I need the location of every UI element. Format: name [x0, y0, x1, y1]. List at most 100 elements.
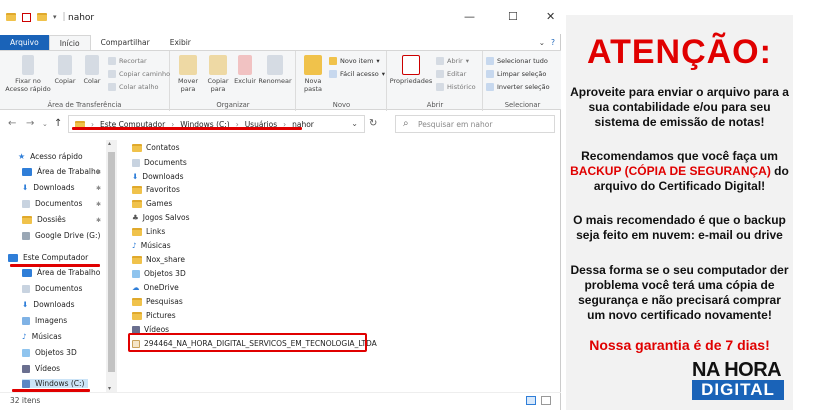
paste-shortcut-icon — [108, 83, 116, 91]
move-to-button[interactable]: Mover para — [173, 55, 203, 93]
up-arrow-icon[interactable]: ↑ — [54, 118, 62, 129]
copy-path-button[interactable]: Copiar caminho — [108, 70, 170, 78]
sidebar-this-pc[interactable]: Este Computador — [8, 253, 88, 262]
invert-selection-button[interactable]: Inverter seleção — [486, 83, 550, 91]
dropdown-arrow-icon[interactable]: ▾ — [53, 13, 57, 21]
organize-group-label: Organizar — [216, 101, 250, 109]
sidebar-pc-windows-c[interactable]: Windows (C:) — [22, 379, 89, 388]
scrollbar-thumb[interactable] — [108, 152, 115, 372]
open-icon — [436, 57, 444, 65]
paste-button[interactable]: Colar — [80, 55, 104, 85]
sidebar-pc-music[interactable]: ♪ Músicas — [22, 332, 62, 341]
address-bar[interactable]: › Este Computador › Windows (C:) › Usuár… — [68, 115, 365, 133]
open-group: Propriedades Abrir ▾ Editar Histórico Abr… — [388, 51, 483, 111]
maximize-button[interactable]: ☐ — [508, 10, 518, 23]
sidebar-pc-downloads[interactable]: ⬇ Downloads — [22, 300, 75, 309]
large-icons-view-icon[interactable] — [541, 396, 551, 405]
list-item[interactable]: ♪ Músicas — [132, 241, 171, 250]
tab-inicio[interactable]: Início — [48, 35, 91, 50]
sidebar-item-google-drive[interactable]: Google Drive (G:) — [22, 231, 100, 240]
recent-locations-icon[interactable]: ⌄ — [42, 120, 48, 128]
new-group-label: Novo — [332, 101, 351, 109]
scroll-up-icon[interactable]: ▴ — [108, 140, 111, 147]
open-button[interactable]: Abrir ▾ — [436, 57, 469, 65]
saved-games-icon: ♣ — [132, 213, 139, 222]
list-item[interactable]: Games — [132, 199, 172, 208]
list-item[interactable]: Pictures — [132, 311, 176, 320]
new-item-icon — [329, 57, 337, 65]
select-all-button[interactable]: Selecionar tudo — [486, 57, 548, 65]
video-icon — [22, 364, 30, 373]
cube-icon — [22, 348, 30, 357]
dropdown-arrow-icon: ▾ — [465, 57, 469, 65]
sidebar-pc-images[interactable]: Imagens — [22, 316, 67, 325]
tab-compartilhar[interactable]: Compartilhar — [91, 35, 160, 50]
properties-button[interactable]: Propriedades — [388, 55, 434, 85]
edit-button[interactable]: Editar — [436, 70, 466, 78]
minimize-button[interactable]: — — [464, 10, 475, 23]
sidebar-item-downloads[interactable]: ⬇ Downloads — [22, 183, 75, 192]
status-bar: 32 itens — [0, 392, 561, 410]
document-icon — [22, 284, 30, 293]
pin-quick-access-button[interactable]: Fixar no Acesso rápido — [4, 55, 52, 93]
paste-shortcut-button[interactable]: Colar atalho — [108, 83, 158, 91]
sidebar-pc-3d-objects[interactable]: Objetos 3D — [22, 348, 77, 357]
refresh-icon[interactable]: ↻ — [369, 118, 377, 129]
sidebar-scrollbar[interactable]: ▴ ▾ — [106, 140, 117, 392]
sidebar-pc-desktop[interactable]: Área de Trabalho — [22, 268, 100, 277]
details-view-icon[interactable] — [526, 396, 536, 405]
easy-access-button[interactable]: Fácil acesso ▾ — [329, 70, 385, 78]
delete-button[interactable]: Excluir — [233, 55, 257, 85]
new-folder-button[interactable]: Nova pasta — [299, 55, 327, 93]
help-icon[interactable]: ? — [549, 35, 561, 50]
list-item[interactable]: ⬇ Downloads — [132, 172, 184, 181]
sidebar-item-dossies[interactable]: Dossiês — [22, 215, 66, 224]
sidebar-pc-documents[interactable]: Documentos — [22, 284, 82, 293]
this-pc-red-underline — [10, 264, 100, 267]
search-box[interactable]: ⌕ Pesquisar em nahor — [395, 115, 555, 133]
move-folder-icon — [179, 55, 197, 75]
image-icon — [22, 316, 30, 325]
address-dropdown-icon[interactable]: ⌄ — [351, 119, 358, 128]
list-item[interactable]: Pesquisas — [132, 297, 183, 306]
sidebar-pc-videos[interactable]: Vídeos — [22, 364, 60, 373]
folder-icon — [132, 255, 142, 264]
list-item[interactable]: Links — [132, 227, 165, 236]
forward-arrow-icon[interactable]: → — [26, 118, 34, 129]
folder-icon — [132, 311, 142, 320]
pin-icon: ✱ — [96, 201, 102, 208]
list-item[interactable]: Contatos — [132, 143, 180, 152]
cut-button[interactable]: Recortar — [108, 57, 147, 65]
list-item[interactable]: Favoritos — [132, 185, 180, 194]
search-input[interactable]: Pesquisar em nahor — [418, 120, 492, 129]
list-item[interactable]: ☁ OneDrive — [132, 283, 179, 292]
clipboard-group: Fixar no Acesso rápido Copiar Colar Reco… — [0, 51, 170, 111]
copy-to-button[interactable]: Copiar para — [203, 55, 233, 93]
list-item[interactable]: ♣ Jogos Salvos — [132, 213, 190, 222]
list-item[interactable]: Objetos 3D — [132, 269, 186, 278]
tab-exibir[interactable]: Exibir — [160, 35, 201, 50]
pin-icon: ✱ — [96, 217, 102, 224]
close-button[interactable]: ✕ — [546, 10, 555, 23]
ribbon-tabs: Arquivo Início Compartilhar Exibir ⌄ ? — [0, 35, 561, 50]
certificate-file-highlight — [128, 333, 367, 352]
new-folder-icon[interactable] — [37, 13, 47, 21]
clear-selection-icon — [486, 70, 494, 78]
copy-button[interactable]: Copiar — [52, 55, 78, 85]
new-item-button[interactable]: Novo item ▾ — [329, 57, 380, 65]
rename-button[interactable]: Renomear — [257, 55, 293, 85]
sidebar-item-desktop[interactable]: Área de Trabalho — [22, 167, 100, 176]
checkbox-properties-icon[interactable] — [22, 12, 31, 22]
back-arrow-icon[interactable]: ← — [8, 118, 16, 129]
list-item[interactable]: Nox_share — [132, 255, 185, 264]
computer-icon — [8, 253, 18, 262]
ribbon-collapse-icon[interactable]: ⌄ — [535, 35, 549, 50]
sidebar-quick-access[interactable]: ★ Acesso rápido — [18, 152, 83, 161]
clear-selection-button[interactable]: Limpar seleção — [486, 70, 546, 78]
history-button[interactable]: Histórico — [436, 83, 476, 91]
scroll-down-icon[interactable]: ▾ — [108, 385, 111, 392]
sidebar-item-documents[interactable]: Documentos — [22, 199, 82, 208]
list-item[interactable]: Documents — [132, 158, 187, 167]
dropdown-arrow-icon: ▾ — [381, 70, 385, 78]
tab-arquivo[interactable]: Arquivo — [0, 35, 49, 50]
